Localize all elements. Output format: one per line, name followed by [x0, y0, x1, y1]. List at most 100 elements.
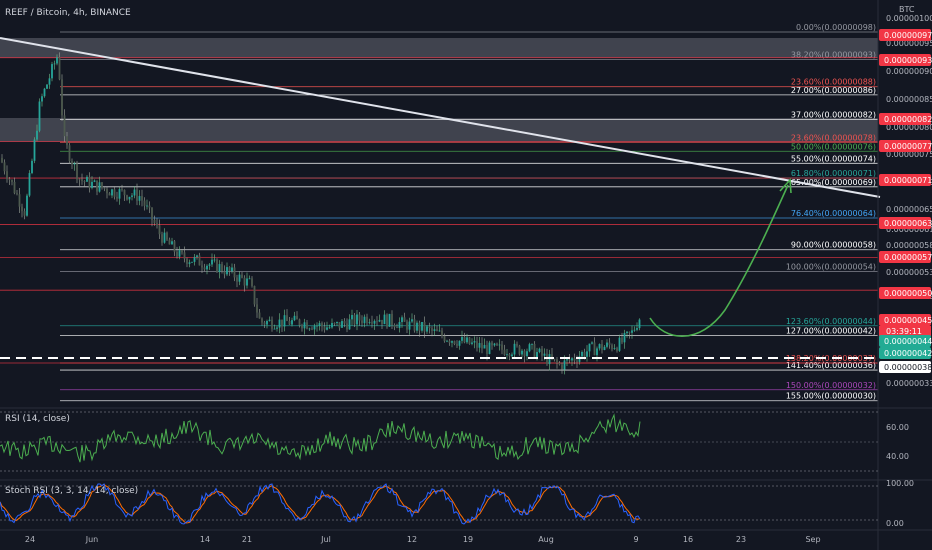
- candle-body: [496, 343, 498, 346]
- candle-body: [268, 319, 271, 321]
- candle-body: [368, 322, 371, 324]
- candle-body: [321, 323, 323, 327]
- candle-body: [76, 163, 78, 180]
- candle-body: [11, 179, 13, 182]
- fib-level-label: 37.00%(0.00000082): [791, 111, 876, 120]
- candle-body: [386, 314, 388, 327]
- candle-body: [416, 322, 418, 331]
- fib-level-label: 55.00%(0.00000074): [791, 154, 876, 163]
- white-price-tag-text: 0.00000038: [884, 363, 932, 372]
- candle-body: [553, 358, 556, 360]
- price-axis-label: 0.00000100: [886, 14, 932, 23]
- candle-body: [33, 139, 36, 161]
- red-price-tag-text: 0.00000082: [884, 115, 932, 124]
- candle-body: [563, 360, 566, 370]
- candle-body: [383, 314, 386, 325]
- candle-body: [373, 320, 376, 324]
- candle-body: [341, 321, 343, 328]
- candle-body: [183, 252, 186, 259]
- candle-body: [611, 345, 613, 349]
- candle-body: [178, 250, 181, 257]
- time-axis-label: 24: [25, 535, 35, 544]
- candle-body: [371, 322, 373, 324]
- candle-body: [186, 258, 188, 264]
- time-axis-label: 21: [242, 535, 252, 544]
- fib-level-label: 50.00%(0.00000076): [791, 142, 876, 151]
- price-axis-label: 0.00000085: [886, 95, 932, 104]
- candle-body: [303, 322, 306, 329]
- candle-body: [621, 337, 623, 343]
- candle-body: [438, 330, 441, 332]
- candle-body: [458, 340, 461, 346]
- candle-body: [398, 322, 401, 328]
- candle-body: [443, 335, 446, 342]
- candle-body: [421, 321, 423, 331]
- candle-body: [276, 327, 278, 329]
- price-axis-label: 0.00000058: [886, 241, 932, 250]
- candle-body: [38, 101, 41, 131]
- candle-body: [1, 157, 3, 163]
- red-price-tag-text: 0.00000057: [884, 253, 932, 262]
- candle-body: [201, 265, 203, 268]
- candle-body: [36, 130, 38, 140]
- candle-body: [508, 354, 511, 357]
- candle-body: [483, 344, 486, 349]
- fib-level-label: 90.00%(0.00000058): [791, 241, 876, 250]
- candle-body: [516, 343, 518, 346]
- trading-chart[interactable]: 0.00%(0.00000098)38.20%(0.00000093)23.60…: [0, 0, 932, 550]
- candle-body: [491, 342, 493, 346]
- candle-body: [481, 342, 483, 349]
- rsi-title[interactable]: RSI (14, close): [5, 414, 70, 424]
- candle-body: [103, 187, 106, 189]
- time-axis-label: 9: [633, 535, 638, 544]
- candle-body: [228, 267, 231, 272]
- candle-body: [411, 319, 413, 322]
- candle-body: [6, 171, 8, 179]
- symbol-title[interactable]: REEF / Bitcoin, 4h, BINANCE: [5, 8, 131, 18]
- red-price-tag-text: 0.00000077: [884, 142, 932, 151]
- candle-body: [418, 322, 421, 331]
- candle-body: [408, 321, 411, 330]
- candle-body: [486, 344, 488, 355]
- candle-body: [571, 358, 573, 361]
- candle-body: [618, 337, 621, 351]
- candle-body: [591, 342, 593, 344]
- candle-body: [406, 321, 408, 330]
- candle-body: [308, 328, 311, 330]
- candle-body: [278, 319, 281, 328]
- candle-body: [171, 241, 173, 245]
- candle-body: [13, 181, 16, 194]
- candle-body: [361, 320, 363, 324]
- candle-body: [531, 343, 533, 345]
- candle-body: [68, 145, 71, 162]
- candle-body: [433, 329, 436, 331]
- candle-body: [231, 267, 233, 272]
- candle-body: [23, 211, 26, 216]
- candle-body: [18, 194, 21, 207]
- candle-body: [358, 314, 361, 321]
- candle-body: [63, 115, 66, 137]
- candle-body: [401, 317, 403, 323]
- candle-body: [513, 343, 516, 355]
- stoch-title[interactable]: Stoch RSI (3, 3, 14, 14, close): [5, 486, 138, 496]
- candle-body: [113, 189, 116, 197]
- candle-body: [288, 320, 291, 325]
- candle-body: [111, 189, 113, 196]
- candle-body: [588, 343, 591, 352]
- candle-body: [131, 195, 133, 197]
- fib-level-label: 100.00%(0.00000054): [786, 263, 876, 272]
- candle-body: [156, 223, 158, 226]
- candle-body: [346, 323, 348, 330]
- candle-body: [318, 323, 321, 326]
- candle-body: [601, 344, 603, 350]
- candle-body: [561, 364, 563, 370]
- candle-body: [376, 320, 378, 322]
- candle-body: [608, 342, 611, 346]
- price-axis-label: 0.00000090: [886, 67, 932, 76]
- green-price-tag-text: 0.00000042: [884, 349, 932, 358]
- candle-body: [511, 354, 513, 357]
- candle-body: [73, 163, 76, 165]
- candle-body: [271, 319, 273, 329]
- candle-body: [31, 160, 33, 174]
- red-price-tag-text: 0.00000063: [884, 219, 932, 228]
